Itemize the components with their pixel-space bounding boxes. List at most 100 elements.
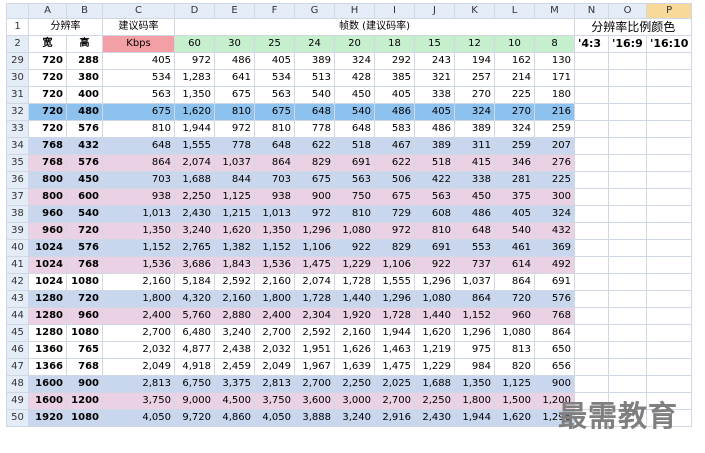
fps-cell[interactable]: 922 [414,256,455,274]
height-cell[interactable]: 380 [66,69,103,87]
fps-cell[interactable]: 844 [214,171,255,189]
fps-cell[interactable]: 405 [494,205,535,223]
fps-cell[interactable]: 486 [414,120,455,138]
empty-cell[interactable] [645,273,693,291]
empty-cell[interactable] [645,375,693,393]
height-cell[interactable]: 1080 [66,273,103,291]
fps-cell[interactable]: 922 [334,239,375,257]
width-cell[interactable]: 1366 [28,358,67,376]
height-cell[interactable]: 1080 [66,409,103,427]
empty-cell[interactable] [574,205,609,223]
empty-cell[interactable] [608,69,647,87]
fps-cell[interactable]: 1,620 [214,222,255,240]
kbps-cell[interactable]: 938 [102,188,175,206]
height-cell[interactable]: 432 [66,137,103,155]
empty-cell[interactable] [608,307,647,325]
fps-cell[interactable]: 864 [494,273,535,291]
fps-cell[interactable]: 2,430 [174,205,215,223]
row-header[interactable]: 47 [6,358,29,376]
width-cell[interactable]: 800 [28,171,67,189]
fps-cell[interactable]: 450 [454,188,495,206]
fps-cell[interactable]: 2,074 [174,154,215,172]
kbps-cell[interactable]: 810 [102,120,175,138]
fps-cell[interactable]: 1,620 [494,409,535,427]
fps-cell[interactable]: 292 [374,52,415,70]
empty-cell[interactable] [645,239,693,257]
row-header[interactable]: 50 [6,409,29,427]
fps-cell[interactable]: 1,152 [254,239,295,257]
empty-cell[interactable] [645,205,693,223]
fps-cell[interactable]: 2,250 [334,375,375,393]
fps-cell[interactable]: 1,463 [374,341,415,359]
fps-cell[interactable]: 864 [254,154,295,172]
column-header-f[interactable]: F [254,3,295,19]
fps-cell[interactable]: 486 [214,52,255,70]
fps-cell[interactable]: 180 [534,86,575,104]
fps-cell[interactable]: 486 [374,103,415,121]
fps-cell[interactable]: 810 [414,222,455,240]
fps-cell[interactable]: 1,106 [294,239,335,257]
column-header-e[interactable]: E [214,3,255,19]
fps-cell[interactable]: 1,013 [254,205,295,223]
fps-cell[interactable]: 829 [294,154,335,172]
fps-cell[interactable]: 675 [294,171,335,189]
empty-cell[interactable] [645,222,693,240]
fps-cell[interactable]: 405 [374,86,415,104]
fps-cell[interactable]: 4,860 [214,409,255,427]
fps-cell[interactable]: 1,350 [174,86,215,104]
empty-cell[interactable] [574,341,609,359]
empty-cell[interactable] [574,307,609,325]
fps-cell[interactable]: 778 [214,137,255,155]
empty-cell[interactable] [608,324,647,342]
fps-cell[interactable]: 207 [534,137,575,155]
fps-cell[interactable]: 2,765 [174,239,215,257]
width-cell[interactable]: 960 [28,205,67,223]
fps-cell[interactable]: 3,750 [254,392,295,410]
fps-cell[interactable]: 4,918 [174,358,215,376]
fps-cell[interactable]: 2,592 [214,273,255,291]
fps-cell[interactable]: 450 [334,86,375,104]
fps-cell[interactable]: 518 [414,154,455,172]
fps-cell[interactable]: 2,160 [254,273,295,291]
fps-cell[interactable]: 691 [534,273,575,291]
height-cell[interactable]: 1080 [66,324,103,342]
fps-cell[interactable]: 338 [454,171,495,189]
fps-cell[interactable]: 2,438 [214,341,255,359]
fps-cell[interactable]: 691 [414,239,455,257]
column-header-a[interactable]: A [28,3,67,19]
column-header-d[interactable]: D [174,3,215,19]
width-cell[interactable]: 720 [28,86,67,104]
fps-cell[interactable]: 3,888 [294,409,335,427]
fps-cell[interactable]: 1,080 [414,290,455,308]
fps-cell[interactable]: 259 [494,137,535,155]
fps-cell[interactable]: 3,600 [294,392,335,410]
empty-cell[interactable] [608,154,647,172]
fps-cell[interactable]: 1,080 [334,222,375,240]
width-cell[interactable]: 768 [28,137,67,155]
fps-cell[interactable]: 583 [374,120,415,138]
height-cell[interactable]: 576 [66,120,103,138]
fps-cell[interactable]: 1,125 [494,375,535,393]
fps-10-header[interactable]: 10 [494,35,535,53]
fps-cell[interactable]: 900 [294,188,335,206]
fps-cell[interactable]: 461 [494,239,535,257]
fps-cell[interactable]: 1,382 [214,239,255,257]
fps-cell[interactable]: 415 [454,154,495,172]
fps-cell[interactable]: 1,500 [494,392,535,410]
row-header[interactable]: 35 [6,154,29,172]
fps-header[interactable]: 帧数 (建议码率) [174,18,575,36]
fps-cell[interactable]: 338 [414,86,455,104]
fps-cell[interactable]: 1,080 [494,324,535,342]
empty-cell[interactable] [608,171,647,189]
empty-cell[interactable] [574,103,609,121]
height-cell[interactable]: 540 [66,205,103,223]
fps-cell[interactable]: 2,880 [214,307,255,325]
fps-cell[interactable]: 975 [454,341,495,359]
height-cell[interactable]: 288 [66,52,103,70]
height-cell[interactable]: 900 [66,375,103,393]
fps-cell[interactable]: 810 [214,103,255,121]
empty-cell[interactable] [645,290,693,308]
fps-cell[interactable]: 1,475 [294,256,335,274]
fps-cell[interactable]: 225 [534,171,575,189]
fps-cell[interactable]: 1,944 [454,409,495,427]
